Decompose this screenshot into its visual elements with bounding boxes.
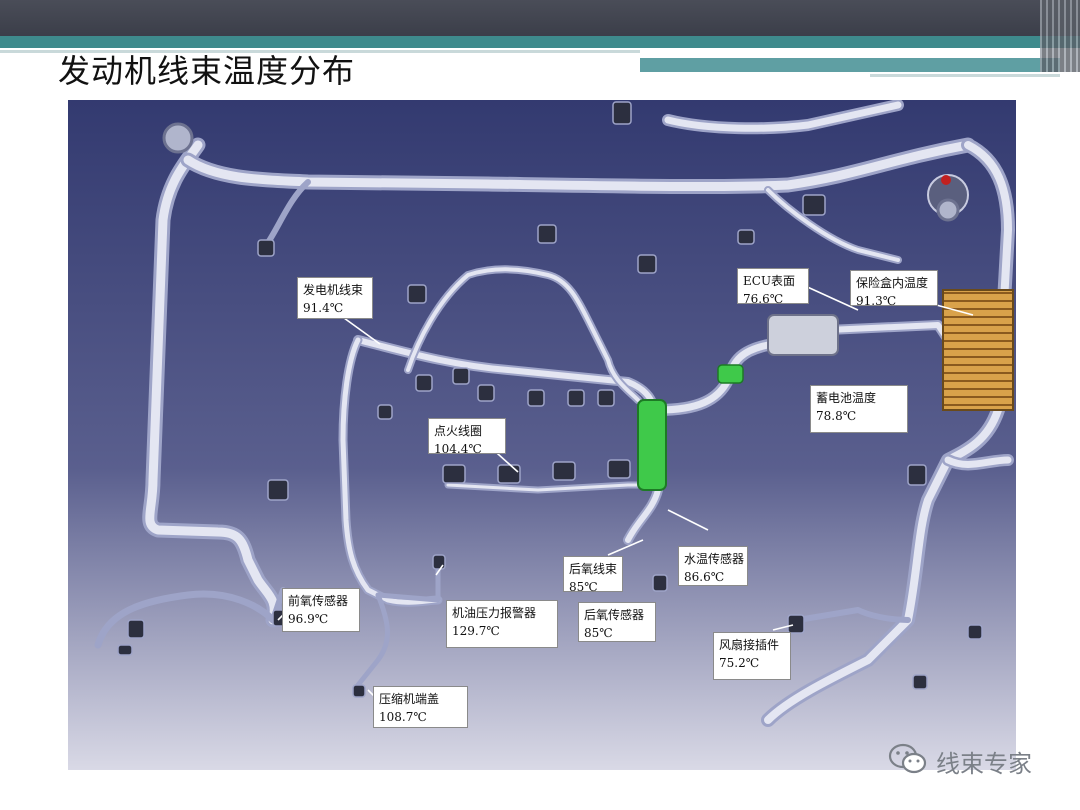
label-temp: 76.6℃ <box>743 292 784 306</box>
brand-watermark: 线束专家 <box>888 742 1032 780</box>
wechat-icon <box>888 742 928 780</box>
battery-body <box>942 289 1014 411</box>
label-name: 后氧线束 <box>569 562 618 576</box>
label-name: 机油压力报警器 <box>452 606 537 620</box>
label-temp: 85℃ <box>584 626 613 640</box>
diagram-background <box>68 100 1016 770</box>
label-rear-o2-harness: 后氧线束 85℃ <box>563 556 623 594</box>
grommet-right <box>936 198 960 222</box>
label-temp: 96.9℃ <box>288 612 329 626</box>
label-temp: 108.7℃ <box>379 710 427 724</box>
label-name: 压缩机端盖 <box>379 692 440 706</box>
label-fan-connector: 风扇接插件 75.2℃ <box>713 632 791 680</box>
header-decoration-lines <box>1040 0 1080 72</box>
label-compressor-cover: 压缩机端盖 108.7℃ <box>373 686 468 728</box>
label-generator-harness: 发电机线束 91.4℃ <box>297 277 373 319</box>
label-name: ECU表面 <box>743 274 796 288</box>
label-name: 风扇接插件 <box>719 638 780 652</box>
label-temp: 129.7℃ <box>452 624 500 638</box>
fuse-box-marker <box>941 175 951 185</box>
label-fuse-box: 保险盒内温度 91.3℃ <box>850 270 938 308</box>
label-ignition-coil: 点火线圈 104.4℃ <box>428 418 506 456</box>
label-name: 蓄电池温度 <box>816 391 877 405</box>
header-accent-band-right <box>640 58 1060 72</box>
brand-name: 线束专家 <box>936 749 1032 778</box>
label-temp: 86.6℃ <box>684 570 725 584</box>
label-temp: 85℃ <box>569 580 598 594</box>
grommet <box>162 122 194 154</box>
header-bar <box>0 0 1080 36</box>
slide-title: 发动机线束温度分布 <box>58 52 356 90</box>
label-oil-pressure-switch: 机油压力报警器 129.7℃ <box>446 600 558 648</box>
label-name: 前氧传感器 <box>288 594 349 608</box>
label-name: 发电机线束 <box>303 283 364 297</box>
label-name: 点火线圈 <box>434 424 483 438</box>
ecu-body <box>767 314 839 356</box>
label-temp: 75.2℃ <box>719 656 760 670</box>
label-temp: 104.4℃ <box>434 442 482 456</box>
label-temp: 91.4℃ <box>303 301 344 315</box>
thermostat-housing <box>637 399 667 491</box>
label-front-o2-sensor: 前氧传感器 96.9℃ <box>282 588 360 632</box>
label-name: 水温传感器 <box>684 552 745 566</box>
harness-diagram <box>68 100 1016 770</box>
label-battery: 蓄电池温度 78.8℃ <box>810 385 908 433</box>
label-coolant-sensor: 水温传感器 86.6℃ <box>678 546 748 586</box>
label-rear-o2-sensor: 后氧传感器 85℃ <box>578 602 656 642</box>
label-name: 保险盒内温度 <box>856 276 929 290</box>
green-clip <box>717 364 744 384</box>
label-name: 后氧传感器 <box>584 608 645 622</box>
label-temp: 78.8℃ <box>816 409 857 423</box>
label-ecu-surface: ECU表面 76.6℃ <box>737 268 809 306</box>
label-temp: 91.3℃ <box>856 294 897 308</box>
header-stripe-right <box>870 74 1060 77</box>
